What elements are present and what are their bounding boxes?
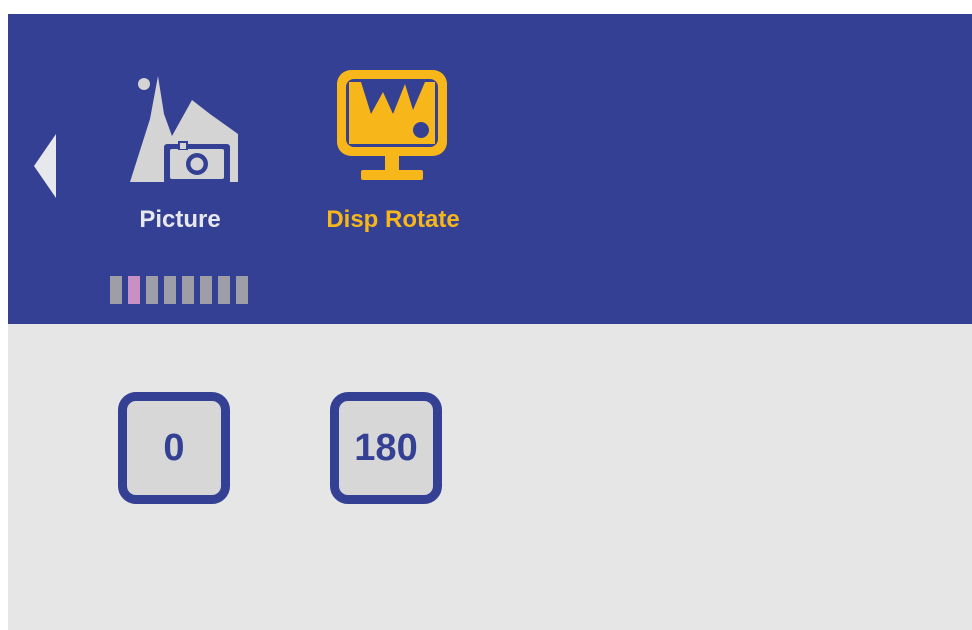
page-indicator (110, 276, 248, 304)
menu-item-disp-rotate[interactable]: Disp Rotate (313, 64, 473, 244)
menu-header: Picture Disp Rotate (8, 14, 972, 324)
page-dot (110, 276, 122, 304)
picture-icon (130, 76, 238, 184)
page-dot (200, 276, 212, 304)
page-dot (218, 276, 230, 304)
page-dot (164, 276, 176, 304)
page-dot (182, 276, 194, 304)
menu-item-picture[interactable]: Picture (100, 64, 260, 244)
chevron-left-icon[interactable] (32, 134, 58, 198)
menu-item-label: Disp Rotate (326, 206, 460, 233)
page-dot-active (128, 276, 140, 304)
rotate-180-button[interactable]: 180 (330, 392, 442, 504)
osd-menu: Picture Disp Rotate 0 180 (8, 14, 972, 630)
rotate-0-button[interactable]: 0 (118, 392, 230, 504)
display-rotate-icon (337, 70, 447, 180)
menu-item-label: Picture (139, 206, 221, 233)
page-dot (146, 276, 158, 304)
page-dot (236, 276, 248, 304)
